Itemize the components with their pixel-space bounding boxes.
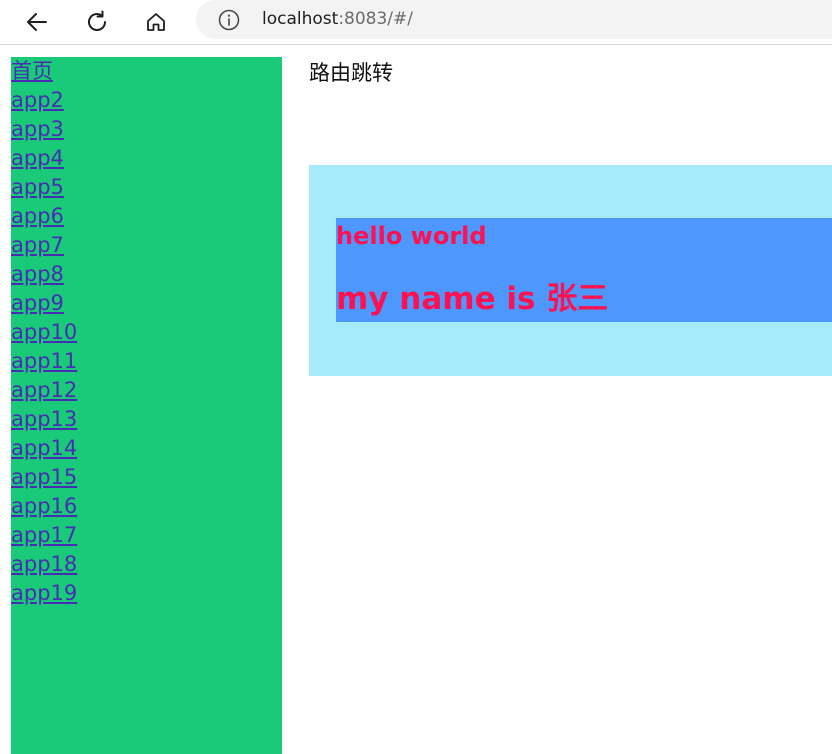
sidebar-link-app14[interactable]: app14 <box>11 434 282 463</box>
sidebar-link-app17[interactable]: app17 <box>11 521 282 550</box>
sidebar-link-app10[interactable]: app10 <box>11 318 282 347</box>
sidebar-link-app8[interactable]: app8 <box>11 260 282 289</box>
sidebar-link-app15[interactable]: app15 <box>11 463 282 492</box>
url-path: :8083/#/ <box>338 9 414 29</box>
home-button[interactable] <box>140 6 172 38</box>
inner-content-box: hello world my name is 张三 <box>336 218 832 322</box>
sidebar-link-app9[interactable]: app9 <box>11 289 282 318</box>
info-icon[interactable] <box>218 9 240 31</box>
sidebar-link-app18[interactable]: app18 <box>11 550 282 579</box>
sidebar-nav: 首页 app2 app3 app4 app5 app6 app7 app8 app9 app10 a… <box>11 57 282 754</box>
name-heading: my name is 张三 <box>336 281 609 317</box>
url-host: localhost <box>262 9 339 29</box>
sidebar-link-app13[interactable]: app13 <box>11 405 282 434</box>
sidebar-link-app11[interactable]: app11 <box>11 347 282 376</box>
sidebar-link-app2[interactable]: app2 <box>11 86 282 115</box>
sidebar-link-home[interactable]: 首页 <box>11 57 282 86</box>
home-icon <box>147 13 165 31</box>
sidebar-link-app4[interactable]: app4 <box>11 144 282 173</box>
sidebar-link-app6[interactable]: app6 <box>11 202 282 231</box>
address-bar[interactable]: localhost:8083/#/ <box>196 0 832 39</box>
outer-content-box: hello world my name is 张三 <box>309 165 832 376</box>
arrow-left-icon <box>27 13 47 31</box>
sidebar-link-app16[interactable]: app16 <box>11 492 282 521</box>
sidebar-link-app19[interactable]: app19 <box>11 579 282 608</box>
page-title: 路由跳转 <box>309 61 393 85</box>
sidebar-link-app12[interactable]: app12 <box>11 376 282 405</box>
sidebar-link-app5[interactable]: app5 <box>11 173 282 202</box>
sidebar-link-app3[interactable]: app3 <box>11 115 282 144</box>
browser-toolbar: localhost:8083/#/ <box>0 0 832 45</box>
reload-icon <box>88 10 106 31</box>
back-button[interactable] <box>21 6 53 38</box>
reload-button[interactable] <box>81 6 113 38</box>
hello-heading: hello world <box>336 222 487 250</box>
url-text[interactable]: localhost:8083/#/ <box>262 8 413 30</box>
sidebar-link-app7[interactable]: app7 <box>11 231 282 260</box>
